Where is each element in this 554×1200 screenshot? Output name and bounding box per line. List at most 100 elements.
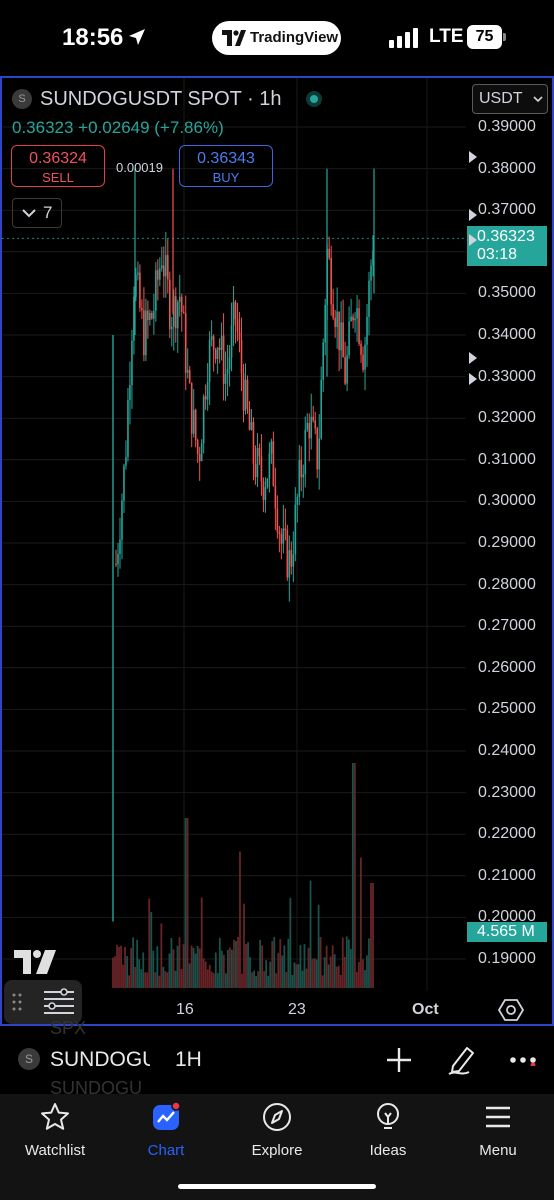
volume-bar [182,944,185,988]
tab-label: Explore [251,1142,303,1159]
volume-bar [222,954,225,988]
tab-watchlist[interactable]: Watchlist [5,1102,105,1162]
candle-body [149,313,151,321]
volume-bar [239,851,241,988]
candle-body [316,428,319,470]
drag-handle-icon[interactable] [12,992,22,1012]
candle-body [220,335,223,350]
chart-settings-icon[interactable] [498,997,524,1023]
y-tick-label: 0.30000 [478,492,536,510]
more-options-icon[interactable] [510,1054,536,1066]
menu-icon [486,1106,510,1128]
volume-bar [140,969,143,988]
volume-bar [136,939,139,988]
tab-label: Watchlist [24,1142,86,1159]
candle-body [228,357,231,370]
volume-bar [156,946,159,988]
y-tick-label: 0.35000 [478,284,536,302]
tab-label: Ideas [369,1142,407,1159]
tab-explore[interactable]: Explore [227,1102,327,1162]
volume-bar [251,972,253,988]
tab-menu[interactable]: Menu [448,1102,548,1162]
alert-marker-icon[interactable] [468,150,478,164]
volume-bar [271,941,274,988]
volume-bar [233,939,235,988]
volume-bar [237,936,239,988]
home-indicator[interactable] [178,1184,376,1189]
y-tick-label: 0.37000 [478,201,536,219]
volume-bar [164,971,167,988]
candle-body [268,453,271,479]
draw-pen-icon[interactable] [447,1044,477,1076]
volume-bar [281,955,284,988]
tab-ideas[interactable]: Ideas [338,1102,438,1162]
candle-body [230,325,233,358]
volume-bar [313,958,316,988]
currency-select[interactable]: USDT [472,84,548,114]
symbol-title[interactable]: SUNDOGUSDT SPOT · 1h [40,88,282,111]
candle-body [127,400,129,458]
sell-price: 0.36324 [29,150,87,167]
candle-body [290,550,293,567]
volume-bar [241,973,243,988]
candle-body [206,381,209,400]
y-tick-label: 0.27000 [478,617,536,635]
candle-body [254,463,257,478]
candle-body [340,322,342,351]
candle-body [332,304,334,318]
candle-body [170,326,173,330]
volume-bar [261,945,264,988]
app-pill-label: TradingView [250,29,339,46]
candle-body [260,456,263,482]
network-type: LTE [429,26,464,47]
alert-marker-icon[interactable] [468,208,478,222]
candle-body [258,447,261,457]
tab-chart[interactable]: Chart [116,1102,216,1162]
volume-bar [247,942,249,988]
sell-button[interactable]: 0.36324 SELL [11,145,105,187]
plus-icon[interactable] [385,1046,413,1074]
candle-body [196,440,199,455]
candle-body [238,331,241,340]
volume-bar [297,964,300,988]
candle-body [360,343,362,355]
candle-body [338,311,340,351]
candle-body [194,409,197,441]
tab-label: Chart [147,1142,185,1159]
volume-bar [269,961,272,988]
indicators-toggle-button[interactable]: 7 [12,198,62,228]
volume-bar [190,945,193,988]
y-tick-label: 0.32000 [478,409,536,427]
alert-marker-icon[interactable] [468,233,478,247]
volume-bar [265,960,268,988]
candle-body [212,336,215,350]
y-tick-label: 0.24000 [478,742,536,759]
volume-bar [172,949,175,988]
candle-body [168,279,171,330]
timeframe-button[interactable]: 1H [175,1048,202,1072]
candle-body [244,379,247,411]
volume-bar [202,958,205,988]
candle-body [121,500,123,540]
candle-body [262,481,265,501]
candle-body [366,316,368,345]
volume-bar [357,961,360,988]
candle-body [222,335,225,384]
candle-body [354,318,356,321]
alert-marker-icon[interactable] [468,372,478,386]
volume-bar [132,937,135,988]
volume-bar [158,975,161,988]
candle-body [145,310,147,356]
candle-body [200,443,203,462]
volume-bar [299,945,302,988]
buy-button[interactable]: 0.36343 BUY [179,145,273,187]
candle-body [123,465,125,501]
alert-marker-icon[interactable] [468,351,478,365]
candle-body [143,310,145,356]
candle-body [266,478,269,488]
candle-body [198,454,201,462]
app-pill[interactable]: TradingView [212,21,341,55]
symbol-search-button[interactable]: SUNDOGUSDT [50,1048,150,1072]
volume-tag: 4.565 M [467,922,547,942]
volume-bar [275,973,278,988]
